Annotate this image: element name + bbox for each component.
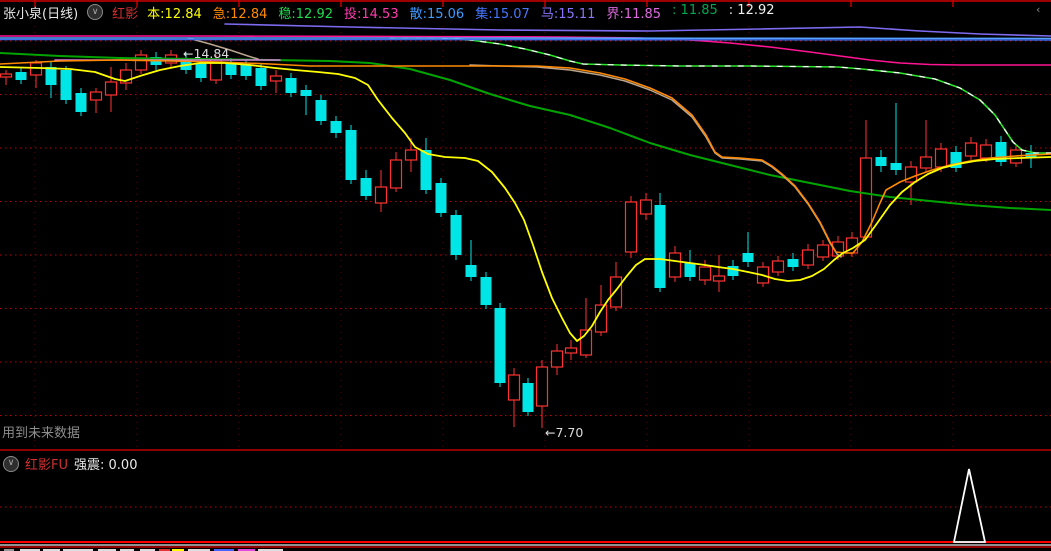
indicator-value: 散:15.06 [409, 6, 465, 22]
signal-triangle [952, 468, 987, 543]
candle-down [285, 78, 297, 93]
stock-title: 张小泉(日线) [3, 6, 79, 22]
candle-down [684, 263, 696, 277]
indicator-value: 本:12.84 [147, 6, 202, 22]
ma-lightblue [0, 37, 1051, 40]
main-chart[interactable]: ←14.84 ←7.70 [0, 0, 1051, 551]
candle-down [75, 93, 87, 112]
candle-down [15, 72, 27, 80]
indicator-value: 投:14.53 [344, 6, 399, 22]
candle-up [535, 366, 549, 407]
candle-down [435, 183, 447, 213]
candle-down [255, 68, 267, 86]
candle-up [698, 266, 712, 281]
indicator-header-bar: 张小泉(日线) ∨ 红影 本:12.84 急:12.84 稳:12.92 投:14.5… [0, 0, 1051, 24]
candle-down [345, 130, 357, 180]
candle-up [919, 156, 933, 169]
indicator-value: 界:11.85 [606, 6, 662, 22]
candle-down [494, 308, 506, 383]
app-window: ←14.84 ←7.70 张小泉(日线) ∨ 红影 本:12.84 急:12.84 稳… [0, 0, 1051, 551]
candle-down [420, 150, 432, 190]
candle-down [522, 383, 534, 412]
candle-down [45, 67, 57, 85]
indicator-value: 稳:12.92 [278, 6, 333, 22]
candle-down [450, 215, 462, 255]
candle-up [104, 81, 118, 96]
candle-down [875, 157, 887, 166]
sub-indicator-bar: ∨ 红影FU 强震: 0.00 [3, 454, 137, 473]
ma-white [389, 37, 1051, 154]
indicator-name[interactable]: 红影 [112, 3, 138, 22]
candle-up [89, 91, 103, 101]
candle-up [374, 186, 388, 204]
candle-up [389, 159, 403, 189]
price-annotation: ←7.70 [545, 425, 583, 440]
candle-up [712, 275, 726, 282]
ma-violet [224, 23, 1051, 37]
indicator-values: 本:12.84 急:12.84 稳:12.92 投:14.53 散:15.06 集:15.… [147, 3, 774, 22]
candle-down [225, 63, 237, 75]
candle-up [934, 148, 948, 168]
indicator-value: 集:15.07 [475, 6, 530, 22]
candle-up [564, 347, 578, 354]
collapse-icon[interactable]: ‹ [1036, 3, 1040, 16]
chevron-down-icon[interactable]: ∨ [87, 4, 104, 20]
candle-down [727, 266, 739, 276]
chevron-down-icon[interactable]: ∨ [3, 455, 19, 472]
candle-down [480, 277, 492, 305]
candle-up [816, 244, 830, 258]
candle-up [639, 199, 653, 215]
candle-up [404, 149, 418, 161]
candle-up [507, 374, 521, 401]
candle-down [360, 178, 372, 196]
candle-up [668, 252, 682, 278]
price-annotation: ←14.84 [183, 46, 229, 61]
indicator-value: : 12.92 [728, 2, 775, 18]
indicator-value: : 11.85 [672, 2, 718, 18]
candle-up [771, 260, 785, 273]
candle-up [964, 142, 978, 157]
candle-down [742, 253, 754, 262]
candle-up [609, 276, 623, 308]
candle-down [60, 70, 72, 100]
candle-down [240, 65, 252, 76]
future-data-warning: 用到未来数据 [2, 426, 81, 441]
candle-up [624, 201, 638, 253]
candle-up [269, 75, 283, 82]
candle-down [195, 63, 207, 78]
candle-down [465, 265, 477, 277]
candle-down [300, 90, 312, 96]
candle-down [330, 121, 342, 133]
candle-down [315, 100, 327, 121]
candle-up [550, 350, 564, 368]
sub-indicator-name[interactable]: 红影FU [25, 454, 68, 473]
candle-down [654, 205, 666, 288]
sub-indicator-value: 强震: 0.00 [74, 458, 138, 473]
candle-down [890, 163, 902, 170]
candle-down [787, 259, 799, 267]
candle-up [0, 73, 13, 78]
indicator-value: 急:12.84 [212, 6, 268, 22]
candle-up [801, 249, 815, 266]
ma-lime [389, 37, 1051, 154]
candle-up [979, 144, 993, 159]
indicator-value: 马:15.11 [540, 6, 596, 22]
candle-up [29, 62, 43, 76]
